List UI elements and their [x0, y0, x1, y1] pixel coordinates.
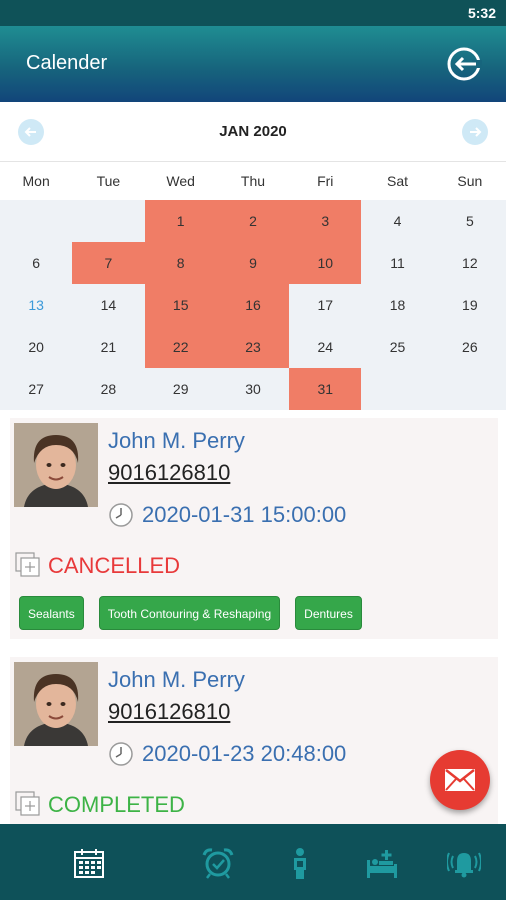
bottom-nav [0, 824, 506, 900]
calendar-day[interactable]: 14 [72, 284, 144, 326]
status-bar: 5:32 [0, 0, 506, 26]
clock-icon [109, 742, 133, 766]
calendar-day[interactable]: 21 [72, 326, 144, 368]
calendar-day[interactable]: 25 [361, 326, 433, 368]
calendar-day[interactable]: 10 [289, 242, 362, 284]
nav-patients[interactable] [283, 846, 317, 880]
appointment-card[interactable]: John M. Perry 9016126810 2020-01-23 20:4… [10, 657, 498, 827]
nav-notifications[interactable] [446, 846, 482, 880]
next-month-button[interactable] [462, 119, 488, 145]
calendar-day[interactable]: 3 [289, 200, 362, 242]
status-time: 5:32 [467, 5, 496, 21]
bed-icon [367, 850, 397, 878]
page-title: Calender [26, 52, 108, 74]
status-label: CANCELLED [48, 553, 181, 578]
calendar-blank-cell [0, 200, 72, 242]
service-tag: Tooth Contouring & Reshaping [98, 596, 281, 630]
calendar-day[interactable]: 22 [144, 326, 217, 368]
nav-calendar[interactable] [72, 846, 106, 880]
appointment-datetime: 2020-01-31 15:00:00 [142, 502, 347, 527]
weekday-label: Tue [96, 173, 121, 189]
patient-name: John M. Perry [108, 428, 245, 453]
calendar-day[interactable]: 5 [434, 200, 506, 242]
calendar-day[interactable]: 2 [216, 200, 290, 242]
logout-icon [447, 47, 482, 81]
service-tag: Dentures [295, 596, 362, 630]
calendar-day[interactable]: 28 [72, 368, 144, 410]
calendar-day[interactable]: 26 [434, 326, 506, 368]
message-fab[interactable] [430, 750, 490, 810]
status-icon [15, 552, 40, 577]
service-tag: Sealants [19, 596, 84, 630]
notification-bell-icon [446, 852, 482, 878]
clock-icon [109, 503, 133, 527]
avatar [14, 423, 98, 507]
weekday-label: Thu [240, 173, 266, 189]
calendar-day[interactable]: 29 [145, 368, 217, 410]
appointment-datetime: 2020-01-23 20:48:00 [142, 741, 347, 766]
calendar-day[interactable]: 20 [0, 326, 72, 368]
calendar-day[interactable]: 18 [361, 284, 433, 326]
weekday-label: Fri [317, 173, 334, 189]
patient-name: John M. Perry [108, 667, 245, 692]
weekday-label: Mon [22, 173, 50, 189]
calendar-day[interactable]: 12 [434, 242, 506, 284]
calendar-day[interactable]: 15 [144, 284, 217, 326]
calendar-day[interactable]: 13 [0, 284, 72, 326]
patient-icon [294, 848, 306, 879]
weekday-label: Wed [166, 173, 195, 189]
alarm-clock-icon [202, 848, 234, 879]
patient-phone-link[interactable]: 9016126810 [108, 460, 230, 486]
weekday-row: Mon Tue Wed Thu Fri Sat Sun [0, 162, 506, 200]
calendar-day[interactable]: 19 [434, 284, 506, 326]
calendar-day[interactable]: 11 [361, 242, 433, 284]
calendar-day[interactable]: 16 [216, 284, 290, 326]
status-icon [15, 791, 40, 816]
calendar-header: JAN 2020 [0, 102, 506, 162]
calendar-day[interactable]: 1 [144, 200, 217, 242]
avatar [14, 662, 98, 746]
nav-alarm[interactable] [201, 846, 235, 880]
patient-phone-link[interactable]: 9016126810 [108, 699, 230, 725]
service-tags: Sealants Tooth Contouring & Reshaping De… [19, 596, 362, 630]
chevron-right-icon [470, 127, 482, 137]
calendar-day[interactable]: 17 [289, 284, 361, 326]
mail-icon [445, 769, 475, 791]
calendar-day[interactable]: 31 [289, 368, 362, 410]
calendar-day[interactable]: 23 [216, 326, 290, 368]
app-bar: Calender [0, 26, 506, 102]
month-title: JAN 2020 [219, 123, 287, 140]
calendar-day[interactable]: 6 [0, 242, 72, 284]
calendar-day[interactable]: 7 [72, 242, 145, 284]
calendar-day[interactable]: 27 [0, 368, 72, 410]
calendar-icon [74, 849, 104, 878]
nav-beds[interactable] [365, 846, 399, 880]
weekday-label: Sun [457, 173, 483, 189]
calendar-day[interactable]: 4 [361, 200, 433, 242]
calendar-day[interactable]: 9 [216, 242, 290, 284]
calendar-grid: 1 2 3 4 5 6 7 8 9 10 11 12 13 14 15 16 17 18 19 20 21 22 23 24 2… [0, 200, 506, 410]
appointment-card[interactable]: John M. Perry 9016126810 2020-01-31 15:0… [10, 418, 498, 639]
weekday-label: Sat [387, 173, 409, 189]
status-label: COMPLETED [48, 792, 185, 817]
calendar-day[interactable]: 30 [217, 368, 289, 410]
calendar-day[interactable]: 24 [289, 326, 361, 368]
calendar-day[interactable]: 8 [144, 242, 217, 284]
calendar-blank-cell [72, 200, 144, 242]
logout-button[interactable] [444, 44, 484, 84]
